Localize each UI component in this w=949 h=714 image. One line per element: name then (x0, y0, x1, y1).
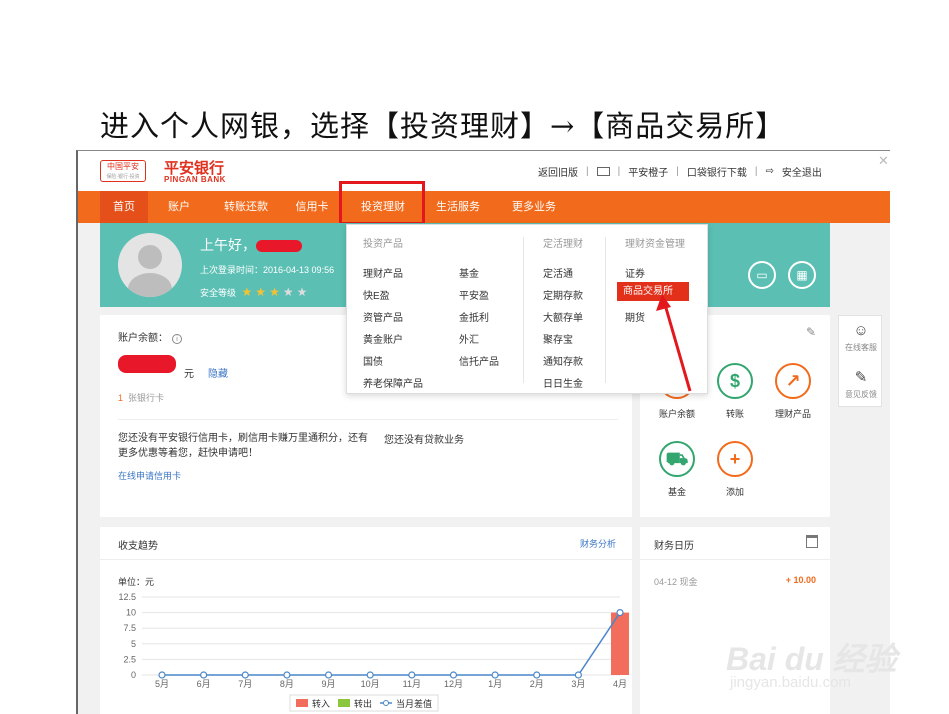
instruction-caption: 进入个人网银，选择【投资理财】→【商品交易所】 (100, 109, 786, 143)
netbank-window: 中国平安 保险·银行·投资 平安银行 PINGAN BANK 返回旧版 | | … (76, 150, 890, 714)
annotation-arrow (656, 294, 692, 392)
